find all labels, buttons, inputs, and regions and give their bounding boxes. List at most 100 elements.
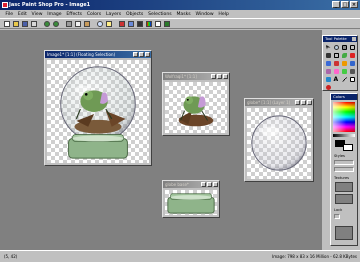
save-icon[interactable] (21, 20, 29, 28)
menu-selections[interactable]: Selections (146, 12, 174, 17)
redo-icon[interactable] (52, 20, 60, 28)
texture-preview[interactable] (335, 182, 353, 192)
globe-base-canvas[interactable] (165, 190, 217, 215)
menu-bar: File Edit View Image Effects Colors Laye… (0, 10, 360, 18)
image1-maximize-button[interactable] (139, 52, 144, 57)
zoom-tool-icon[interactable] (332, 43, 340, 51)
tool-palette-close-button[interactable] (352, 37, 356, 41)
image1-close-button[interactable] (145, 52, 150, 57)
airbrush-tool-icon[interactable] (348, 67, 356, 75)
preset-shapes-tool-icon[interactable] (324, 83, 332, 91)
styles-label: Styles (334, 154, 345, 158)
globe-canvas[interactable] (247, 108, 311, 179)
color-preview[interactable] (335, 226, 353, 240)
deformation-tool-icon[interactable] (340, 43, 348, 51)
image1-window[interactable]: Image1* [1:1] (Floating Selection) (44, 50, 152, 166)
eraser-tool-icon[interactable] (332, 67, 340, 75)
globe-base-artwork (167, 193, 215, 214)
retouch-tool-icon[interactable] (324, 67, 332, 75)
run-icon[interactable] (163, 20, 171, 28)
mover-tool-icon[interactable] (324, 51, 332, 59)
undo-icon[interactable] (43, 20, 51, 28)
dropper-tool-icon[interactable] (324, 59, 332, 67)
layers-icon[interactable] (127, 20, 135, 28)
paste-icon[interactable] (83, 20, 91, 28)
menu-image[interactable]: Image (45, 12, 64, 17)
globe-base-title-bar[interactable]: globe base* (163, 181, 219, 188)
menu-window[interactable]: Window (193, 12, 216, 17)
wolfraqi1-canvas[interactable] (165, 82, 227, 133)
clone-tool-icon[interactable] (340, 59, 348, 67)
text-tool-icon[interactable]: A (332, 75, 340, 83)
image1-title: Image1* [1:1] (Floating Selection) (47, 52, 116, 57)
globe-maximize-button[interactable] (301, 100, 306, 105)
menu-file[interactable]: File (3, 12, 15, 17)
magic-wand-tool-icon[interactable] (348, 51, 356, 59)
globe-base-close-button[interactable] (213, 182, 218, 187)
menu-layers[interactable]: Layers (104, 12, 124, 17)
color-replacer-tool-icon[interactable] (348, 59, 356, 67)
menu-masks[interactable]: Masks (174, 12, 193, 17)
menu-objects[interactable]: Objects (124, 12, 146, 17)
globe-minimize-button[interactable] (295, 100, 300, 105)
globe-base-title: globe base* (165, 182, 189, 187)
palette-icon[interactable] (145, 20, 153, 28)
app-title-bar[interactable]: Jasc Paint Shop Pro - Image1 _ □ × (0, 0, 360, 10)
image1-title-bar[interactable]: Image1* [1:1] (Floating Selection) (45, 51, 151, 58)
wolfraqi1-maximize-button[interactable] (217, 74, 222, 79)
help-icon[interactable] (105, 20, 113, 28)
colors-panel-title-bar[interactable]: Colors (331, 94, 357, 100)
wolfraqi1-close-button[interactable] (223, 74, 228, 79)
wolfraqi1-window[interactable]: Wolfraqi1* [1:1] (162, 72, 230, 136)
color-spectrum[interactable] (333, 102, 355, 132)
print-icon[interactable] (30, 20, 38, 28)
app-icon[interactable] (2, 2, 8, 8)
minimize-button[interactable]: _ (332, 1, 340, 8)
globe-base-maximize-button[interactable] (207, 182, 212, 187)
lock-checkbox[interactable] (334, 214, 340, 219)
histogram-icon[interactable] (136, 20, 144, 28)
new-icon[interactable] (3, 20, 11, 28)
paintbrush-tool-icon[interactable] (332, 59, 340, 67)
globe-title-bar[interactable]: globe* [1:1] (Layer 1) (245, 99, 313, 106)
brush-icon[interactable] (118, 20, 126, 28)
close-button[interactable]: × (350, 1, 358, 8)
selection-tool-icon[interactable] (332, 51, 340, 59)
menu-edit[interactable]: Edit (15, 12, 29, 17)
copy-icon[interactable] (74, 20, 82, 28)
tool-palette-title-bar[interactable]: Tool Palette (323, 36, 357, 42)
menu-colors[interactable]: Colors (84, 12, 103, 17)
styles-selector[interactable] (334, 160, 354, 165)
globe-base-window[interactable]: globe base* (162, 180, 220, 218)
grayscale-band[interactable] (333, 134, 355, 137)
background-color-swatch[interactable] (343, 144, 353, 151)
globe-base-minimize-button[interactable] (201, 182, 206, 187)
line-tool-icon[interactable] (340, 75, 348, 83)
menu-help[interactable]: Help (216, 12, 231, 17)
globe-close-button[interactable] (307, 100, 312, 105)
globe-window[interactable]: globe* [1:1] (Layer 1) (244, 98, 314, 182)
menu-view[interactable]: View (29, 12, 45, 17)
wolfraqi1-minimize-button[interactable] (211, 74, 216, 79)
styles-selector-2[interactable] (334, 167, 354, 172)
crop-tool-icon[interactable] (348, 43, 356, 51)
maximize-button[interactable]: □ (341, 1, 349, 8)
cut-icon[interactable] (65, 20, 73, 28)
shape-tool-icon[interactable] (348, 75, 356, 83)
menu-effects[interactable]: Effects (64, 12, 84, 17)
mdi-workspace: Image1* [1:1] (Floating Selection) Wolfr… (0, 30, 322, 250)
arrow-tool-icon[interactable] (324, 43, 332, 51)
open-icon[interactable] (12, 20, 20, 28)
wolfraqi1-title-bar[interactable]: Wolfraqi1* [1:1] (163, 73, 229, 80)
picture-tube-tool-icon[interactable] (340, 67, 348, 75)
freehand-tool-icon[interactable] (340, 51, 348, 59)
app-window: Jasc Paint Shop Pro - Image1 _ □ × File … (0, 0, 360, 262)
zoom-icon[interactable] (96, 20, 104, 28)
texture-preview-2[interactable] (335, 194, 353, 204)
flood-fill-tool-icon[interactable] (324, 75, 332, 83)
tool-palette: Tool Palette A (322, 35, 358, 91)
image1-canvas[interactable] (47, 60, 149, 163)
script-icon[interactable] (154, 20, 162, 28)
image1-minimize-button[interactable] (133, 52, 138, 57)
colors-panel-title: Colors (333, 94, 345, 99)
